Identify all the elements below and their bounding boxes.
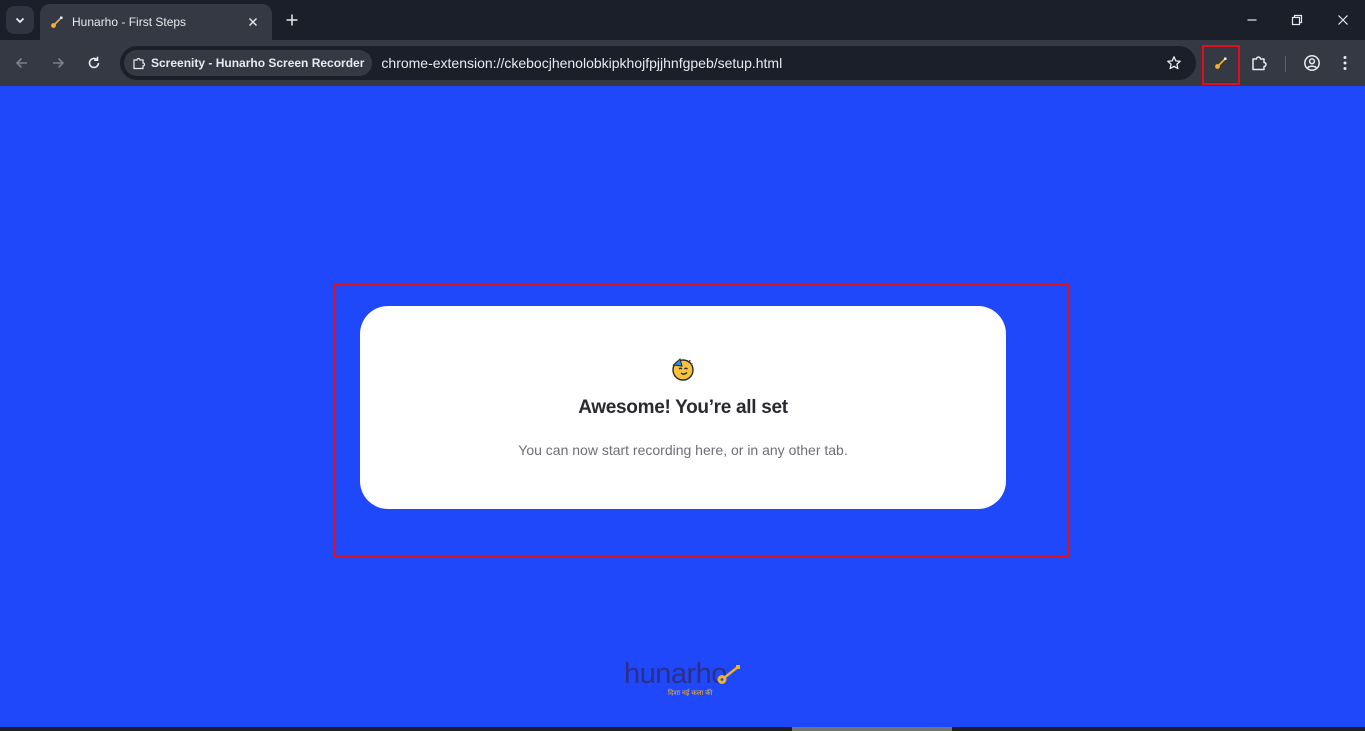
tab-list-button[interactable] <box>6 6 34 34</box>
site-info-chip[interactable]: Screenity - Hunarho Screen Recorder <box>124 50 373 76</box>
site-info-label: Screenity - Hunarho Screen Recorder <box>151 56 365 70</box>
arrow-left-icon <box>15 57 27 69</box>
reload-button[interactable] <box>80 49 108 77</box>
restore-button[interactable] <box>1283 6 1311 34</box>
logo-tagline: दिशा नई कला की <box>668 690 713 697</box>
party-face-icon <box>672 358 694 381</box>
new-tab-button[interactable] <box>280 8 304 32</box>
card-subtitle: You can now start recording here, or in … <box>518 442 848 458</box>
profile-icon <box>1304 55 1320 71</box>
minimize-icon <box>1247 19 1257 21</box>
tab-title: Hunarho - First Steps <box>72 15 187 29</box>
window-close-button[interactable] <box>1329 6 1357 34</box>
reload-icon <box>88 56 100 69</box>
bottom-scroll-track <box>0 727 1365 731</box>
more-vertical-icon <box>1343 56 1347 70</box>
hunarho-logo: hunarho दिशा नई कला की <box>620 658 750 702</box>
profile-button[interactable] <box>1298 49 1326 77</box>
restore-icon <box>1291 14 1303 26</box>
tab-close-button[interactable] <box>244 13 262 31</box>
close-icon <box>1338 15 1348 25</box>
logo-wordmark: hunarho <box>624 658 727 690</box>
extension-highlight-box <box>1202 45 1240 85</box>
close-icon <box>249 18 257 26</box>
toolbar-divider <box>1285 56 1286 72</box>
address-bar[interactable]: Screenity - Hunarho Screen Recorder chro… <box>120 46 1196 80</box>
puzzle-icon <box>133 57 146 70</box>
horizontal-scrollbar-thumb[interactable] <box>792 727 952 731</box>
party-face-emoji <box>360 357 1006 385</box>
forward-button[interactable] <box>44 49 72 77</box>
url-text[interactable]: chrome-extension://ckebocjhenolobkipkhoj… <box>381 55 782 71</box>
chevron-down-icon <box>15 17 25 24</box>
puzzle-icon <box>1252 56 1267 71</box>
arrow-right-icon <box>53 57 65 69</box>
minimize-button[interactable] <box>1238 6 1266 34</box>
tab-strip: Hunarho - First Steps <box>0 0 1365 40</box>
setup-complete-card: Awesome! You’re all set You can now star… <box>360 306 1006 509</box>
plus-icon <box>286 14 298 26</box>
tab-active[interactable]: Hunarho - First Steps <box>40 4 272 40</box>
card-title: Awesome! You’re all set <box>578 397 788 418</box>
guitar-icon <box>717 665 740 684</box>
page-content: Awesome! You’re all set You can now star… <box>0 86 1365 731</box>
star-icon <box>1167 56 1181 70</box>
extensions-menu-button[interactable] <box>1245 49 1273 77</box>
tab-favicon-guitar-icon <box>51 16 63 28</box>
browser-menu-button[interactable] <box>1331 49 1359 77</box>
browser-toolbar: Screenity - Hunarho Screen Recorder chro… <box>0 40 1365 86</box>
back-button[interactable] <box>8 49 36 77</box>
bookmark-button[interactable] <box>1162 51 1186 75</box>
